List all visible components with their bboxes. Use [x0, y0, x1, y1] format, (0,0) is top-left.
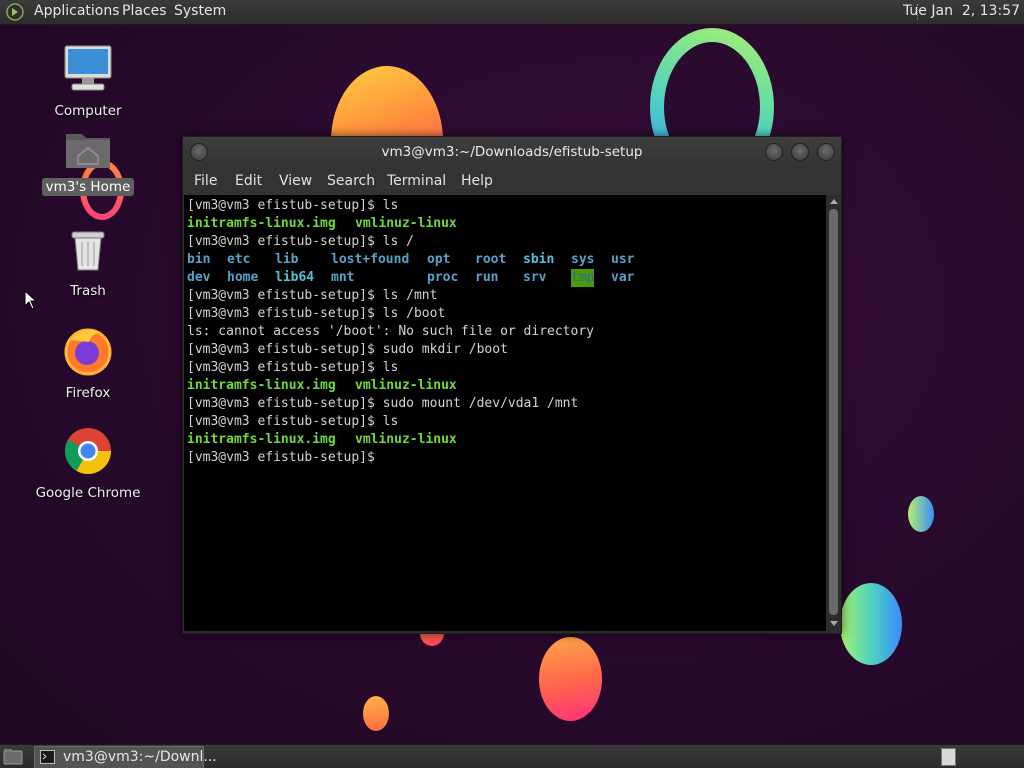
dir-entry: usr — [611, 252, 635, 267]
terminal-line: [vm3@vm3 efistub-setup]$ ls — [187, 414, 399, 429]
file-executable: initramfs-linux.img — [187, 432, 336, 447]
menu-search[interactable]: Search — [327, 173, 375, 189]
workspace-switcher[interactable] — [941, 748, 956, 766]
taskbar-window-terminal[interactable]: vm3@vm3:~/Downl... — [34, 746, 217, 768]
wallpaper-blob — [363, 696, 389, 731]
terminal-prompt[interactable]: [vm3@vm3 efistub-setup]$ — [187, 449, 375, 467]
taskbar-window-label: vm3@vm3:~/Downl... — [63, 749, 217, 765]
menu-terminal[interactable]: Terminal — [387, 173, 446, 189]
maximize-button[interactable] — [791, 143, 809, 161]
wallpaper-blob — [908, 496, 934, 532]
terminal-line: bin etc lib lost+found opt root sbin sys… — [187, 251, 787, 269]
dir-entry: sys — [571, 252, 595, 267]
close-button[interactable] — [817, 143, 835, 161]
dir-entry: bin — [187, 252, 211, 267]
dir-entry: root — [475, 252, 507, 267]
menu-places[interactable]: Places — [122, 3, 167, 19]
scroll-up-icon[interactable] — [830, 199, 838, 204]
terminal-output[interactable]: [vm3@vm3 efistub-setup]$ ls initramfs-li… — [184, 195, 826, 631]
terminal-line: initramfs-linux.img vmlinuz-linux — [187, 431, 787, 449]
dir-entry-sticky: tmp — [571, 269, 595, 287]
terminal-line: initramfs-linux.img vmlinuz-linux — [187, 377, 787, 395]
desktop-icon-trash[interactable]: Trash — [28, 228, 148, 300]
file-executable: vmlinuz-linux — [355, 432, 457, 447]
terminal-line: [vm3@vm3 efistub-setup]$ ls /mnt — [187, 288, 438, 303]
terminal-line: [vm3@vm3 efistub-setup]$ sudo mkdir /boo… — [187, 342, 508, 357]
dir-entry: etc — [227, 252, 251, 267]
terminal-menubar: File Edit View Search Terminal Help — [183, 167, 841, 195]
dir-entry: sbin — [523, 252, 555, 267]
desktop-icon-label: Firefox — [65, 385, 111, 401]
bottom-panel: vm3@vm3:~/Downl... — [0, 744, 1024, 768]
terminal-line: initramfs-linux.img vmlinuz-linux — [187, 215, 787, 233]
terminal-titlebar[interactable]: vm3@vm3:~/Downloads/efistub-setup — [183, 137, 841, 167]
clock[interactable]: Tue Jan 2, 13:57 — [903, 3, 1020, 19]
dir-entry: dev — [187, 270, 211, 285]
desktop-screen: Applications Places System Tue Jan 2, 13… — [0, 0, 1024, 768]
applications-menu-icon[interactable] — [6, 3, 24, 21]
show-desktop-icon[interactable] — [3, 748, 23, 765]
terminal-line: ls: cannot access '/boot': No such file … — [187, 324, 594, 339]
dir-entry: lib — [275, 252, 299, 267]
scrollbar-thumb[interactable] — [829, 209, 838, 615]
dir-entry: home — [227, 270, 259, 285]
dir-entry: lost+found — [331, 252, 410, 267]
file-executable: vmlinuz-linux — [355, 216, 457, 231]
menu-file[interactable]: File — [194, 173, 217, 189]
firefox-icon — [64, 328, 112, 376]
dir-entry: srv — [523, 270, 547, 285]
scroll-down-icon[interactable] — [830, 621, 838, 626]
desktop-icon-label: vm3's Home — [41, 178, 135, 196]
terminal-line: [vm3@vm3 efistub-setup]$ ls / — [187, 234, 414, 249]
terminal-scrollbar[interactable] — [827, 195, 841, 631]
file-executable: initramfs-linux.img — [187, 378, 336, 393]
desktop-icon-label: Trash — [70, 283, 106, 299]
minimize-button[interactable] — [765, 143, 783, 161]
desktop-icon-label: Google Chrome — [35, 485, 141, 501]
chrome-icon — [64, 428, 111, 474]
terminal-line: [vm3@vm3 efistub-setup]$ ls /boot — [187, 306, 446, 321]
dir-entry: run — [475, 270, 499, 285]
wallpaper-blob — [539, 637, 602, 721]
mouse-cursor-icon — [24, 290, 36, 310]
menu-edit[interactable]: Edit — [235, 173, 262, 189]
dir-entry: mnt — [331, 270, 355, 285]
menu-system[interactable]: System — [174, 3, 226, 19]
desktop-icon-chrome[interactable]: Google Chrome — [28, 426, 148, 502]
menu-view[interactable]: View — [279, 173, 312, 189]
home-folder-icon — [66, 134, 110, 168]
menu-applications[interactable]: Applications — [34, 3, 120, 19]
desktop-icon-label: Computer — [54, 103, 122, 119]
trash-icon — [71, 231, 105, 271]
dir-entry: proc — [427, 270, 459, 285]
file-executable: initramfs-linux.img — [187, 216, 336, 231]
desktop-icon-home[interactable]: vm3's Home — [28, 128, 148, 196]
terminal-line: [vm3@vm3 efistub-setup]$ ls — [187, 360, 399, 375]
computer-icon — [64, 45, 112, 91]
top-panel: Applications Places System Tue Jan 2, 13… — [0, 0, 1024, 25]
menu-help[interactable]: Help — [461, 173, 493, 189]
dir-entry: opt — [427, 252, 451, 267]
desktop-icon-firefox[interactable]: Firefox — [28, 326, 148, 402]
terminal-window[interactable]: vm3@vm3:~/Downloads/efistub-setup File E… — [182, 136, 842, 634]
terminal-line: [vm3@vm3 efistub-setup]$ sudo mount /dev… — [187, 396, 579, 411]
file-executable: vmlinuz-linux — [355, 378, 457, 393]
terminal-icon — [40, 750, 55, 764]
window-title: vm3@vm3:~/Downloads/efistub-setup — [381, 144, 643, 160]
desktop-icon-computer[interactable]: Computer — [28, 44, 148, 120]
wallpaper-blob — [840, 583, 902, 665]
terminal-line: [vm3@vm3 efistub-setup]$ ls — [187, 198, 399, 213]
terminal-line: dev home lib64 mnt proc run srv tmp var — [187, 269, 787, 287]
dir-entry: var — [611, 270, 635, 285]
dir-entry: lib64 — [275, 270, 315, 285]
